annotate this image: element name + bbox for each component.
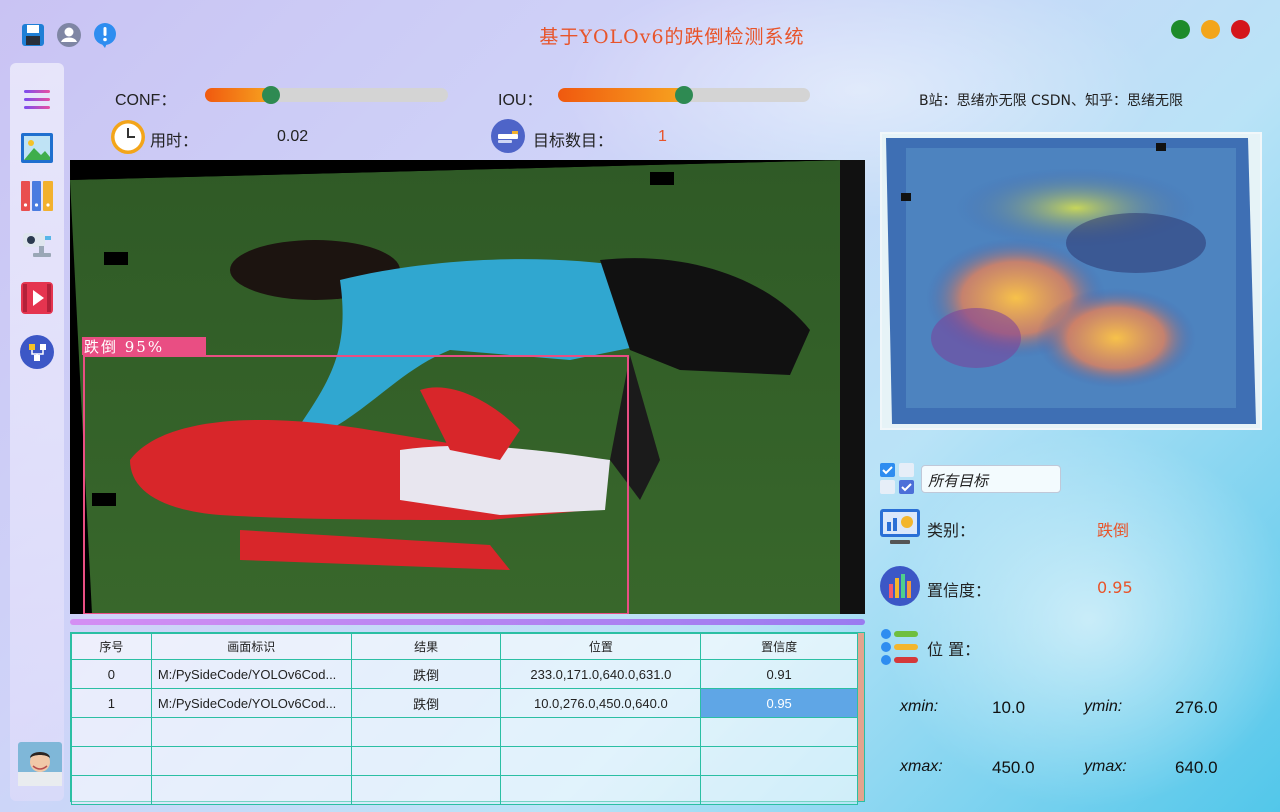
model-icon[interactable] — [19, 334, 55, 370]
class-value: 跌倒 — [1097, 521, 1130, 540]
menu-icon[interactable] — [19, 82, 55, 118]
xmax-label: xmax: — [900, 758, 943, 775]
ymax-value: 640.0 — [1175, 758, 1218, 777]
confidence-label: 置信度： — [927, 581, 992, 600]
column-header-id[interactable]: 序号 — [71, 633, 152, 660]
table-header: 序号 画面标识 结果 位置 置信度 — [71, 633, 858, 660]
cell-confidence[interactable]: 0.91 — [700, 659, 858, 689]
ymin-value: 276.0 — [1175, 698, 1218, 717]
cell-result[interactable]: 跌倒 — [350, 659, 502, 689]
position-icon — [881, 629, 918, 665]
app-title: 基于YOLOv6的跌倒检测系统 — [539, 26, 805, 48]
detection-label: 跌倒 95% — [84, 338, 165, 356]
target-filter-select[interactable]: 所有目标 — [921, 465, 1061, 493]
cell-id[interactable]: 0 — [71, 659, 152, 689]
target-count-icon — [491, 119, 525, 153]
count-label: 目标数目： — [533, 133, 614, 150]
conf-slider[interactable] — [205, 86, 448, 104]
conf-slider-handle[interactable] — [261, 86, 280, 104]
table-row[interactable]: 0 M:/PySideCode/YOLOv6Cod... 跌倒 233.0,17… — [71, 659, 858, 689]
cell-source[interactable]: M:/PySideCode/YOLOv6Cod... — [150, 688, 352, 718]
table-row-empty[interactable] — [71, 746, 858, 776]
image-icon[interactable] — [19, 130, 55, 166]
category-icon — [880, 509, 920, 544]
cell-confidence-selected[interactable]: 0.95 — [700, 688, 858, 718]
iou-slider-fill — [558, 88, 684, 102]
maximize-button[interactable] — [1171, 20, 1190, 39]
folder-icon[interactable] — [19, 178, 55, 214]
close-button[interactable] — [1231, 20, 1250, 39]
position-label: 位 置： — [927, 640, 981, 659]
clock-icon — [111, 120, 145, 154]
cell-position[interactable]: 10.0,276.0,450.0,640.0 — [500, 688, 702, 718]
xmax-value: 450.0 — [992, 758, 1035, 777]
credit-text: B站：思绪亦无限 CSDN、知乎：思绪无限 — [919, 93, 1183, 109]
confidence-value: 0.95 — [1097, 578, 1133, 597]
avatar[interactable] — [18, 742, 62, 786]
ymax-label: ymax: — [1084, 758, 1127, 775]
cell-id[interactable]: 1 — [71, 688, 152, 718]
cell-source[interactable]: M:/PySideCode/YOLOv6Cod... — [150, 659, 352, 689]
column-header-position[interactable]: 位置 — [500, 633, 702, 660]
column-header-source[interactable]: 画面标识 — [150, 633, 352, 660]
table-row[interactable]: 1 M:/PySideCode/YOLOv6Cod... 跌倒 10.0,276… — [71, 688, 858, 718]
time-value: 0.02 — [277, 128, 309, 145]
xmin-label: xmin: — [900, 698, 939, 715]
iou-slider-handle[interactable] — [675, 86, 693, 104]
iou-label: IOU： — [498, 92, 543, 109]
heatmap-image — [880, 132, 1262, 430]
results-table[interactable]: 序号 画面标识 结果 位置 置信度 0 M:/PySideCode/YOLOv6… — [70, 632, 865, 805]
column-header-result[interactable]: 结果 — [350, 633, 502, 660]
select-all-icon[interactable] — [880, 463, 916, 495]
detection-image: 跌倒 95% — [70, 160, 865, 614]
sidebar — [10, 63, 64, 801]
ymin-label: ymin: — [1084, 698, 1123, 715]
progress-bar — [70, 619, 865, 625]
conf-slider-fill — [205, 88, 271, 102]
table-row-empty[interactable] — [71, 717, 858, 747]
column-header-confidence[interactable]: 置信度 — [700, 633, 858, 660]
conf-label: CONF： — [115, 92, 177, 109]
cell-result[interactable]: 跌倒 — [350, 688, 502, 718]
class-label: 类别： — [927, 521, 976, 540]
confidence-icon — [880, 566, 920, 606]
minimize-button[interactable] — [1201, 20, 1220, 39]
count-value: 1 — [658, 128, 667, 145]
iou-slider[interactable] — [558, 86, 810, 104]
xmin-value: 10.0 — [992, 698, 1026, 717]
table-scrollbar[interactable] — [858, 633, 864, 801]
time-label: 用时： — [150, 133, 199, 150]
video-icon[interactable] — [19, 280, 55, 316]
table-row-empty[interactable] — [71, 775, 858, 805]
camera-icon[interactable] — [19, 226, 55, 262]
cell-position[interactable]: 233.0,171.0,640.0,631.0 — [500, 659, 702, 689]
